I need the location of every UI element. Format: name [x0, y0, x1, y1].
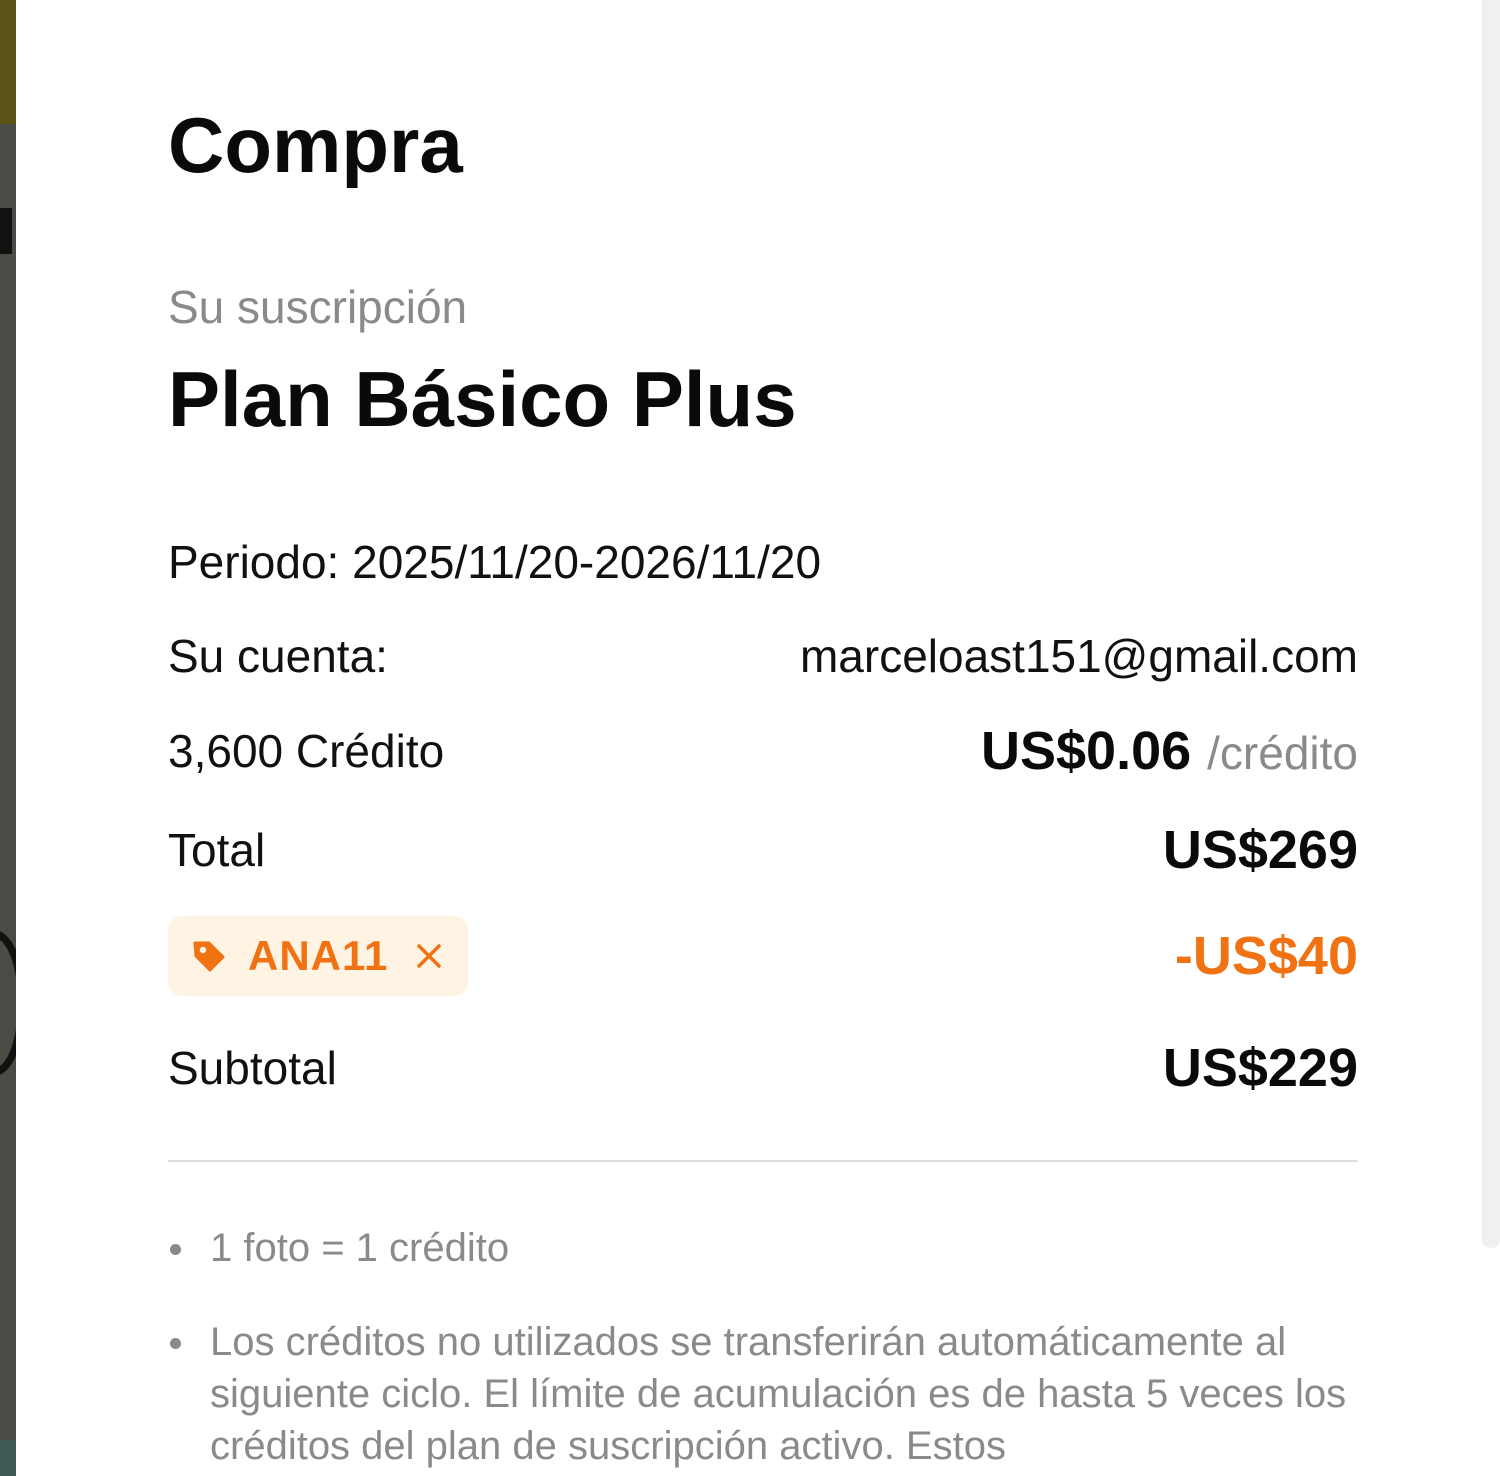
scrollbar-thumb[interactable] — [1482, 0, 1500, 1248]
subtotal-label: Subtotal — [168, 1042, 337, 1094]
backdrop-mark — [0, 208, 12, 254]
plan-name: Plan Básico Plus — [168, 355, 797, 443]
account-email: marceloast151@gmail.com — [799, 630, 1358, 682]
backdrop-strip — [0, 0, 16, 124]
unit-price: US$0.06 /crédito — [981, 720, 1358, 782]
coupon-chip: ANA11 — [168, 916, 469, 996]
tag-icon — [192, 939, 226, 973]
note-item: 1 foto = 1 crédito — [168, 1222, 1358, 1274]
account-label: Su cuenta: — [168, 630, 388, 682]
credits-row: 3,600 Crédito US$0.06 /crédito — [168, 718, 1358, 784]
total-row: Total US$269 — [168, 816, 1358, 884]
coupon-code: ANA11 — [248, 932, 389, 979]
subscription-label: Su suscripción — [168, 281, 468, 333]
divider — [168, 1160, 1358, 1162]
coupon-row: ANA11 -US$40 — [168, 916, 1358, 996]
subtotal-row: Subtotal US$229 — [168, 1034, 1358, 1102]
purchase-panel: Compra Su suscripción Plan Básico Plus P… — [16, 0, 1482, 1476]
period-row: Periodo: 2025/11/20-2026/11/20 — [168, 530, 1358, 594]
close-icon[interactable] — [414, 941, 444, 971]
page-title: Compra — [168, 101, 463, 189]
page-backdrop — [0, 0, 26, 1476]
unit-price-suffix: /crédito — [1207, 727, 1358, 779]
unit-price-value: US$0.06 — [980, 721, 1192, 781]
subtotal-value: US$229 — [1162, 1038, 1358, 1098]
period-text: Periodo: 2025/11/20-2026/11/20 — [168, 536, 822, 588]
scrollbar[interactable] — [1482, 0, 1500, 1476]
discount-value: -US$40 — [1174, 926, 1358, 986]
total-value: US$269 — [1162, 820, 1358, 880]
account-row: Su cuenta: marceloast151@gmail.com — [168, 624, 1358, 688]
note-item: Los créditos no utilizados se transferir… — [168, 1316, 1358, 1472]
backdrop-strip-bottom — [0, 1440, 16, 1476]
notes-list: 1 foto = 1 crédito Los créditos no utili… — [168, 1222, 1358, 1472]
credits-label: 3,600 Crédito — [168, 725, 445, 777]
total-label: Total — [168, 824, 266, 876]
